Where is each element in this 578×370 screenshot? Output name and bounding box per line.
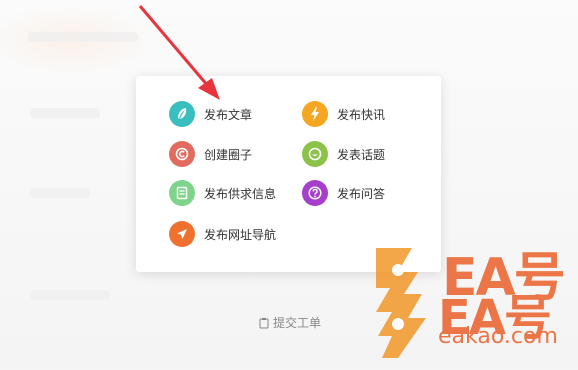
publish-flash-news-menu-item[interactable]: 发布快讯: [302, 100, 385, 128]
publish-supply-demand-menu-item[interactable]: 发布供求信息: [169, 179, 276, 207]
smile-icon: [302, 141, 328, 167]
publish-url-navigation-label: 发布网址导航: [204, 227, 277, 242]
submit-ticket-link[interactable]: 提交工单: [258, 314, 321, 331]
publish-article-menu-item[interactable]: 发布文章: [169, 100, 252, 128]
background-blur-line: [30, 108, 100, 118]
background-blur-line: [28, 32, 138, 42]
submit-ticket-label: 提交工单: [273, 316, 322, 330]
publish-flash-news-label: 发布快讯: [337, 107, 386, 122]
send-icon: [169, 221, 195, 247]
circle-c-icon: [169, 141, 195, 167]
publish-qa-label: 发布问答: [337, 186, 386, 201]
feather-icon: [169, 101, 195, 127]
watermark-logo: EA号 EA号 eakao.com: [368, 236, 578, 366]
background-blur-line: [30, 290, 110, 300]
clipboard-icon: [259, 317, 269, 328]
post-topic-label: 发表话题: [337, 147, 386, 162]
watermark-domain: eakao.com: [438, 324, 558, 349]
publish-article-label: 发布文章: [204, 107, 253, 122]
lightning-icon: [302, 101, 328, 127]
create-circle-menu-item[interactable]: 创建圈子: [169, 140, 252, 168]
create-circle-label: 创建圈子: [204, 147, 253, 162]
document-icon: [169, 180, 195, 206]
publish-url-navigation-menu-item[interactable]: 发布网址导航: [169, 220, 276, 248]
background-blur-line: [30, 188, 90, 198]
post-topic-menu-item[interactable]: 发表话题: [302, 140, 385, 168]
question-icon: [302, 180, 328, 206]
publish-qa-menu-item[interactable]: 发布问答: [302, 179, 385, 207]
publish-supply-demand-label: 发布供求信息: [204, 186, 277, 201]
